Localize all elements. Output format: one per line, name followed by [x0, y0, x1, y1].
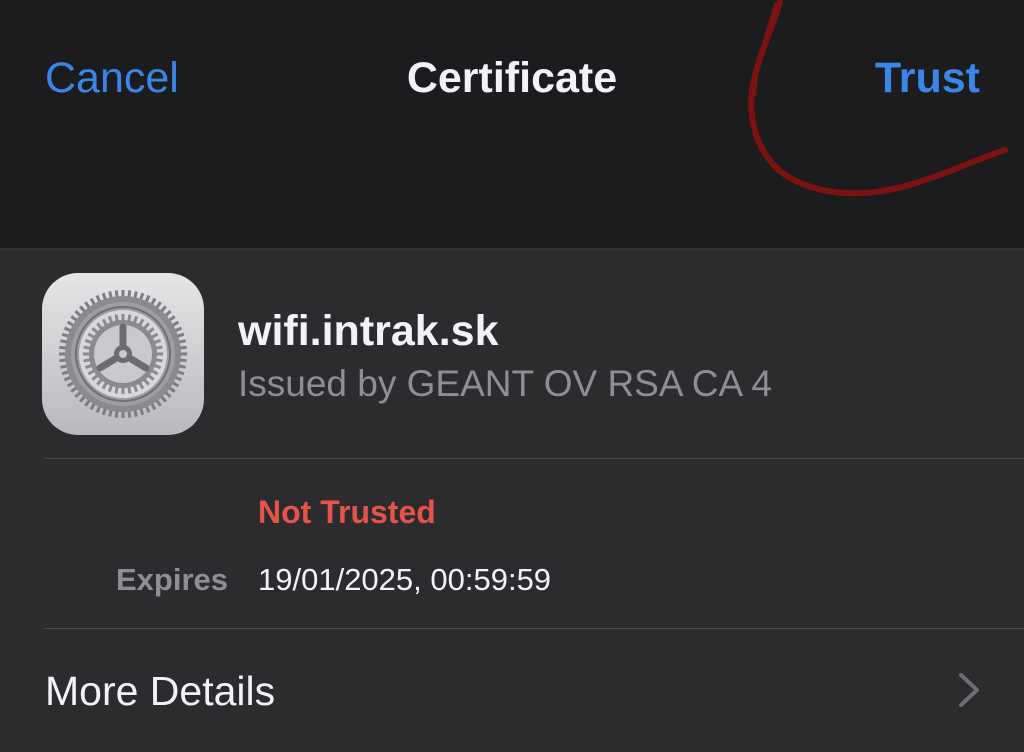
expires-value: 19/01/2025, 00:59:59	[258, 562, 552, 597]
page-title: Certificate	[406, 54, 618, 102]
more-details-row[interactable]: More Details	[0, 630, 1024, 752]
chevron-right-icon	[959, 673, 979, 707]
certificate-name: wifi.intrak.sk	[238, 307, 499, 355]
row-divider	[45, 628, 1024, 629]
certificate-issuer: Issued by GEANT OV RSA CA 4	[238, 363, 772, 404]
navigation-bar: Cancel Certificate Trust	[0, 0, 1024, 248]
trust-button[interactable]: Trust	[875, 50, 980, 106]
trust-status-label: Not Trusted	[258, 494, 436, 530]
more-details-label: More Details	[45, 668, 276, 714]
settings-gear-icon	[42, 273, 204, 435]
row-divider	[45, 458, 1024, 459]
expires-label: Expires	[115, 562, 228, 597]
certificate-screen: Cancel Certificate Trust wifi.intrak.sk …	[0, 0, 1024, 752]
red-annotation-circle	[748, 0, 1008, 197]
cancel-button[interactable]: Cancel	[45, 50, 179, 106]
certificate-card: wifi.intrak.sk Issued by GEANT OV RSA CA…	[0, 250, 1024, 752]
